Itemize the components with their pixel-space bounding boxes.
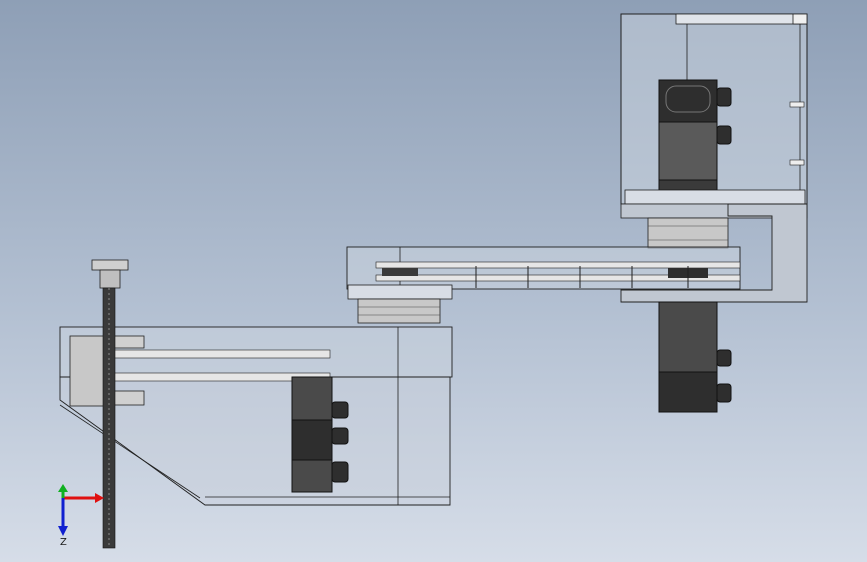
motor-connector [716,87,732,107]
motor-connector [331,427,349,445]
rod-clip [789,101,805,108]
lower-motor-cap [658,371,718,413]
coordinate-triad-icon: Z [58,484,104,548]
motor-connector [716,383,732,403]
graphics-viewport[interactable]: Z [0,0,867,562]
motor-flange [658,179,718,191]
cap-bolt [792,13,808,25]
belt-teeth-left [382,268,418,276]
lower-belt [109,349,331,359]
z-axis-label: Z [60,537,67,548]
lower-arm[interactable] [59,326,453,506]
upper-housing-cap [675,13,807,25]
middle-pulley [357,298,441,324]
motor-connector [716,125,732,145]
lower-motor[interactable] [658,301,732,413]
upper-pulley [647,217,729,249]
belt-upper [375,261,741,269]
motor-connector [716,349,732,367]
rod-clip [789,159,805,166]
screw-top-cap [91,259,129,271]
cad-model-scene[interactable]: Z [0,0,867,562]
upper-motor-body [658,121,718,181]
middle-flange [347,284,453,300]
motor-connector [331,461,349,483]
lower-motor-body [658,301,718,373]
motor-connector [331,401,349,419]
upper-base-plate [624,189,806,205]
